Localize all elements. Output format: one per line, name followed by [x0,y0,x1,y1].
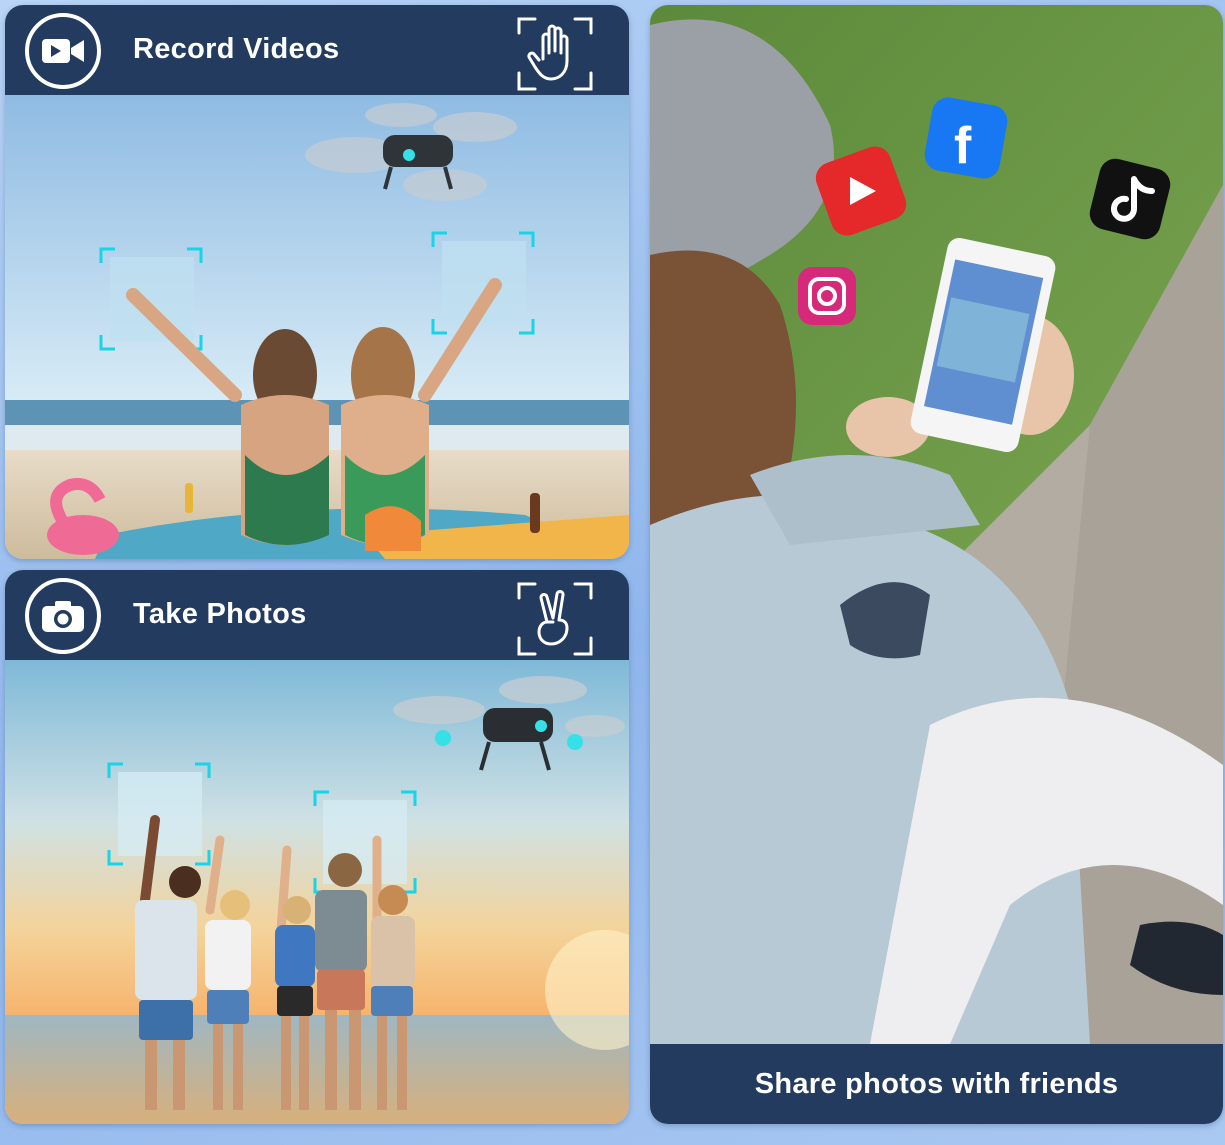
share-photos-panel: f Share photos with friends [650,5,1223,1124]
video-camera-icon [25,13,101,89]
record-videos-title: Record Videos [133,33,340,65]
victory-gesture-icon [517,580,593,656]
share-caption-text: Share photos with friends [754,1067,1119,1100]
instagram-icon [798,267,856,325]
share-caption-bar: Share photos with friends [650,1044,1223,1124]
focus-frame-left [107,762,211,866]
focus-frame-left [99,247,203,351]
record-videos-header: Record Videos [5,5,629,95]
svg-text:f: f [954,117,972,175]
take-photos-header: Take Photos [5,570,629,660]
beach-scene-image [5,95,629,559]
facebook-icon: f [924,97,1008,179]
focus-frame-right [431,231,535,335]
record-videos-panel: Record Videos [5,5,629,559]
sunset-group-scene-image [5,660,629,1124]
take-photos-title: Take Photos [133,598,307,630]
open-palm-gesture-icon [517,15,593,91]
take-photos-panel: Take Photos [5,570,629,1124]
photo-camera-icon [25,578,101,654]
woman-sharing-photo-image: f [650,5,1223,1044]
